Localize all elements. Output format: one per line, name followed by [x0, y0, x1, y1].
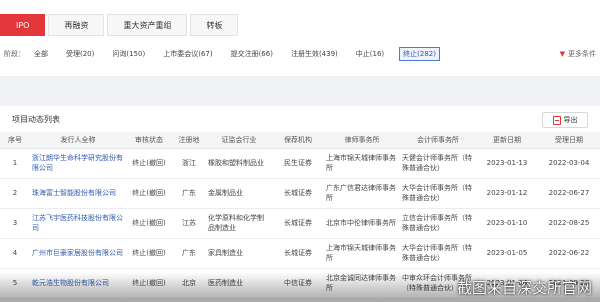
registered-place: 广东	[172, 178, 206, 209]
sponsor: 民生证券	[272, 148, 324, 179]
stage-filter-suspended[interactable]: 中止(16)	[353, 48, 387, 60]
table-row[interactable]: 2 珠海富士智能股份有限公司 终止(撤回) 广东 金属制品业 长城证券 广东广信…	[0, 178, 600, 209]
row-index: 5	[0, 268, 30, 299]
list-title: 项目动态列表	[12, 115, 60, 124]
export-button[interactable]: 导出	[542, 112, 588, 128]
stage-filter-registration-effective[interactable]: 注册生效(439)	[288, 48, 341, 60]
stage-filter-row: 阶段： 全部 受理(20) 问询(150) 上市委会议(67) 提交注册(66)…	[4, 46, 596, 62]
watermark-text: 截图来自深交所官网	[456, 279, 592, 297]
industry: 家具制造业	[206, 238, 272, 269]
export-label: 导出	[563, 116, 578, 124]
update-date: 2023-01-12	[476, 178, 538, 209]
export-icon	[552, 115, 561, 125]
review-status: 终止(撤回)	[126, 148, 172, 179]
accounting-firm: 大华会计师事务所（特殊普通合伙）	[400, 178, 476, 209]
column-header[interactable]: 审核状态	[126, 132, 172, 149]
row-index: 1	[0, 148, 30, 179]
law-firm: 上海市锦天城律师事务所	[324, 238, 400, 269]
chevron-down-icon: ▼	[559, 50, 565, 58]
top-card: IPO 再融资 重大资产重组 转板 阶段： 全部 受理(20) 问询(150) …	[0, 0, 600, 76]
industry: 化学原料和化学制品制造业	[206, 208, 272, 239]
accounting-firm: 立信会计师事务所（特殊普通合伙）	[400, 208, 476, 239]
update-date: 2023-01-13	[476, 148, 538, 179]
sponsor: 长城证券	[272, 208, 324, 239]
update-date: 2023-01-10	[476, 208, 538, 239]
table-row[interactable]: 1 浙江朗华生命科学研究股份有限公司 终止(撤回) 浙江 橡胶和塑料制品业 民生…	[0, 148, 600, 179]
law-firm: 上海市锦天城律师事务所	[324, 148, 400, 179]
law-firm: 北京市中伦律师事务所	[324, 208, 400, 239]
stage-filter-accepted[interactable]: 受理(20)	[63, 48, 97, 60]
tab-major-restructuring[interactable]: 重大资产重组	[107, 14, 188, 36]
review-status: 终止(撤回)	[126, 178, 172, 209]
tab-refinancing[interactable]: 再融资	[48, 14, 105, 36]
tab-ipo[interactable]: IPO	[0, 14, 46, 36]
more-filters-button[interactable]: ▼ 更多条件	[560, 49, 596, 59]
column-header[interactable]: 律师事务所	[324, 132, 400, 149]
accept-date: 2022-03-04	[538, 148, 600, 179]
issuer-link[interactable]: 江苏飞宇医药科技股份有限公司	[30, 208, 126, 239]
industry: 医药制造业	[206, 268, 272, 299]
accept-date: 2022-06-27	[538, 178, 600, 209]
stage-filter-inquiry[interactable]: 问询(150)	[109, 48, 148, 60]
stage-filter-all[interactable]: 全部	[31, 48, 51, 60]
stage-filter-label: 阶段：	[4, 50, 25, 58]
stage-filter-submitted-registration[interactable]: 提交注册(66)	[228, 48, 276, 60]
sponsor: 中信证券	[272, 268, 324, 299]
row-index: 3	[0, 208, 30, 239]
table-header-row: 序号 发行人全称 审核状态 注册地 证监会行业 保荐机构 律师事务所 会计师事务…	[0, 132, 600, 149]
column-header[interactable]: 受理日期	[538, 132, 600, 149]
column-header[interactable]: 发行人全称	[30, 132, 126, 149]
column-header[interactable]: 证监会行业	[206, 132, 272, 149]
industry: 金属制品业	[206, 178, 272, 209]
table-row[interactable]: 4 广州市巨豪家居股份有限公司 终止(撤回) 广东 家具制造业 长城证券 上海市…	[0, 238, 600, 269]
registered-place: 北京	[172, 268, 206, 299]
issuer-link[interactable]: 珠海富士智能股份有限公司	[30, 178, 126, 209]
project-list-card: 项目动态列表 导出 序号 发行人全称 审核状态 注册地 证监会行业 保荐机构 律…	[0, 106, 600, 302]
accept-date: 2022-06-22	[538, 238, 600, 269]
issuer-link[interactable]: 浙江朗华生命科学研究股份有限公司	[30, 148, 126, 179]
registered-place: 浙江	[172, 148, 206, 179]
registered-place: 江苏	[172, 208, 206, 239]
row-index: 2	[0, 178, 30, 209]
industry: 橡胶和塑料制品业	[206, 148, 272, 179]
column-header[interactable]: 保荐机构	[272, 132, 324, 149]
review-status: 终止(撤回)	[126, 208, 172, 239]
project-table: 序号 发行人全称 审核状态 注册地 证监会行业 保荐机构 律师事务所 会计师事务…	[0, 132, 600, 299]
stage-filter-listing-committee[interactable]: 上市委会议(67)	[160, 48, 215, 60]
tab-board-transfer[interactable]: 转板	[190, 14, 239, 36]
sponsor: 长城证券	[272, 178, 324, 209]
row-index: 4	[0, 238, 30, 269]
stage-filter-terminated[interactable]: 终止(282)	[399, 47, 440, 61]
column-header[interactable]: 注册地	[172, 132, 206, 149]
accounting-firm: 天健会计师事务所（特殊普通合伙）	[400, 148, 476, 179]
column-header[interactable]: 序号	[0, 132, 30, 149]
table-row[interactable]: 3 江苏飞宇医药科技股份有限公司 终止(撤回) 江苏 化学原料和化学制品制造业 …	[0, 208, 600, 239]
tab-bar: IPO 再融资 重大资产重组 转板	[0, 14, 241, 36]
column-header[interactable]: 更新日期	[476, 132, 538, 149]
more-filters-label: 更多条件	[568, 50, 596, 58]
sponsor: 长城证券	[272, 238, 324, 269]
issuer-link[interactable]: 广州市巨豪家居股份有限公司	[30, 238, 126, 269]
registered-place: 广东	[172, 238, 206, 269]
accounting-firm: 大华会计师事务所（特殊普通合伙）	[400, 238, 476, 269]
review-status: 终止(撤回)	[126, 268, 172, 299]
accept-date: 2022-08-25	[538, 208, 600, 239]
column-header[interactable]: 会计师事务所	[400, 132, 476, 149]
law-firm: 广东广信君达律师事务所	[324, 178, 400, 209]
issuer-link[interactable]: 乾元浩生物股份有限公司	[30, 268, 126, 299]
review-status: 终止(撤回)	[126, 238, 172, 269]
update-date: 2023-01-05	[476, 238, 538, 269]
law-firm: 北京金诚同达律师事务所	[324, 268, 400, 299]
